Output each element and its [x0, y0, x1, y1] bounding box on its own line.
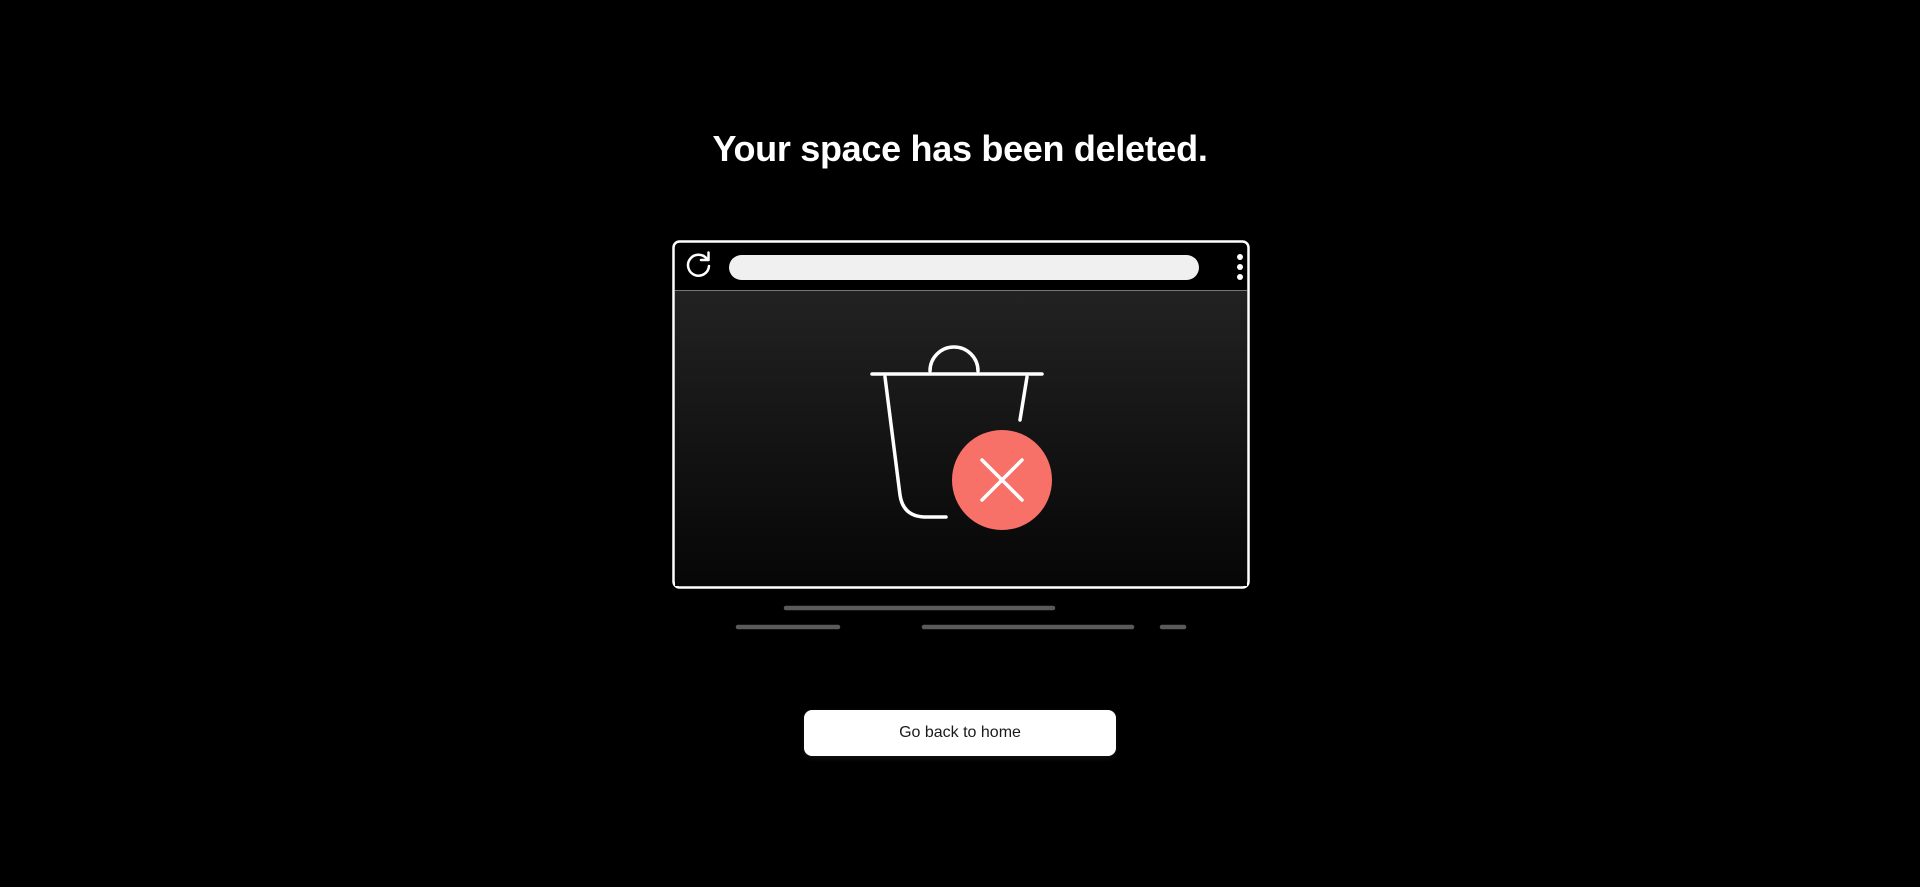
deleted-space-page: Your space has been deleted. Go back to …	[0, 0, 1920, 887]
address-bar	[729, 255, 1199, 280]
browser-window	[672, 240, 1250, 589]
deleted-space-illustration	[672, 240, 1250, 630]
page-title: Your space has been deleted.	[712, 128, 1208, 169]
go-back-home-button[interactable]: Go back to home	[804, 710, 1116, 756]
more-vertical-icon	[1237, 254, 1243, 280]
shadow-lines	[735, 605, 1187, 630]
error-badge	[952, 430, 1052, 530]
